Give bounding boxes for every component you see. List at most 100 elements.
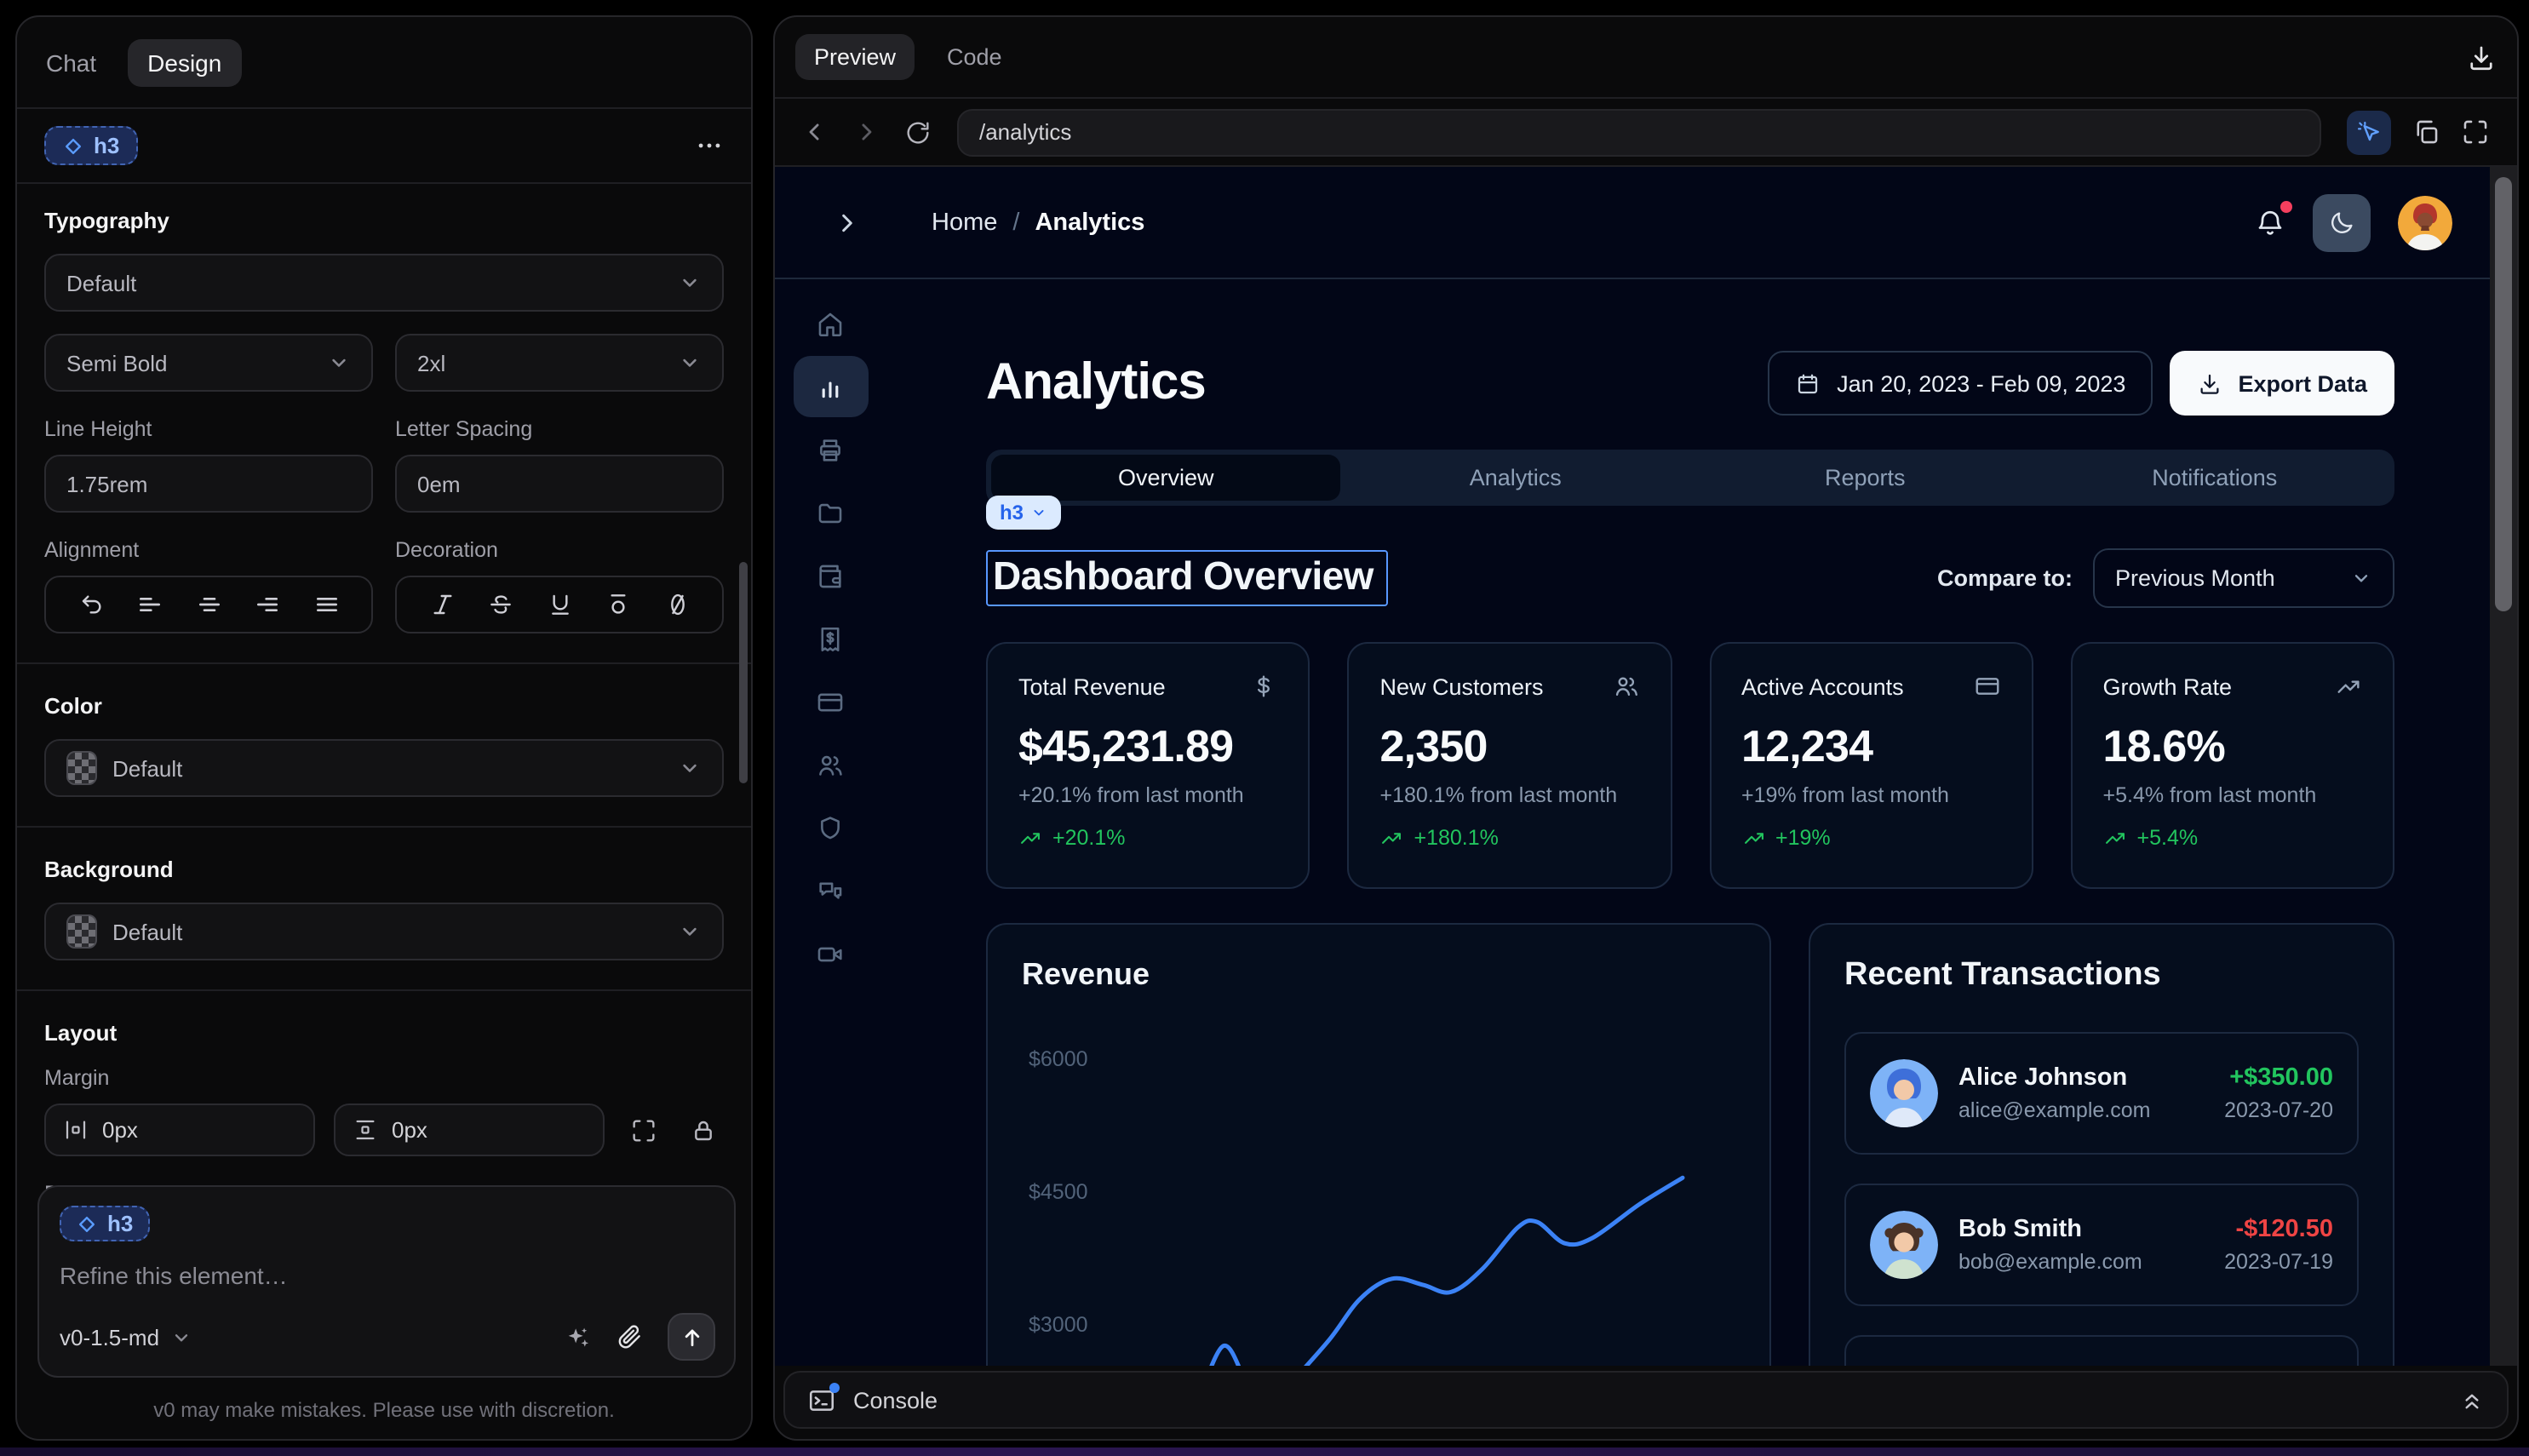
font-weight-select[interactable]: Semi Bold xyxy=(44,334,373,392)
refine-input[interactable]: Refine this element… xyxy=(60,1261,714,1288)
rail-item-wallet[interactable] xyxy=(793,545,868,606)
tab-reports[interactable]: Reports xyxy=(1690,455,2040,501)
disclaimer-text: v0 may make mistakes. Please use with di… xyxy=(17,1398,751,1422)
letter-spacing-input[interactable]: 0em xyxy=(395,455,724,513)
console-expand-button[interactable] xyxy=(2459,1387,2485,1413)
export-data-button[interactable]: Export Data xyxy=(2170,351,2394,416)
preview-toolbar: /analytics xyxy=(775,99,2517,167)
no-decoration-icon[interactable] xyxy=(663,591,691,618)
rail-item-messages[interactable] xyxy=(793,860,868,921)
model-name: v0-1.5-md xyxy=(60,1324,159,1350)
fullscreen-icon[interactable] xyxy=(2461,118,2490,146)
refresh-button[interactable] xyxy=(904,118,932,146)
breadcrumb-home[interactable]: Home xyxy=(932,209,997,236)
tab-code[interactable]: Code xyxy=(928,34,1021,80)
strikethrough-icon[interactable] xyxy=(487,591,514,618)
rail-item-home[interactable] xyxy=(793,293,868,354)
layout-heading: Layout xyxy=(44,1020,724,1046)
tab-chat[interactable]: Chat xyxy=(46,49,96,76)
underline-icon[interactable] xyxy=(546,591,573,618)
inspector-element-chip[interactable]: h3 xyxy=(986,496,1061,530)
rail-item-video[interactable] xyxy=(793,923,868,984)
credit-card-icon xyxy=(816,687,845,716)
messages-icon xyxy=(816,876,845,905)
rail-item-bar-chart[interactable] xyxy=(793,356,868,417)
italic-icon[interactable] xyxy=(428,591,456,618)
rail-item-folder[interactable] xyxy=(793,482,868,543)
rail-item-receipt[interactable] xyxy=(793,608,868,669)
panel-scrollbar[interactable] xyxy=(739,562,748,783)
copy-icon[interactable] xyxy=(2411,118,2440,146)
download-icon xyxy=(2197,370,2222,396)
stat-card-active-accounts[interactable]: Active Accounts 12,234 +19% from last mo… xyxy=(1709,642,2033,889)
align-right-icon[interactable] xyxy=(254,591,281,618)
sparkles-icon[interactable] xyxy=(564,1322,593,1351)
tab-overview[interactable]: Overview xyxy=(991,455,1341,501)
stat-change: +5.4% from last month xyxy=(2103,783,2363,807)
font-size-select[interactable]: 2xl xyxy=(395,334,724,392)
credit-card-icon xyxy=(1974,673,2001,700)
margin-x-input[interactable]: 0px xyxy=(44,1103,315,1156)
align-left-icon[interactable] xyxy=(136,591,163,618)
overline-icon[interactable] xyxy=(605,591,632,618)
date-range-button[interactable]: Jan 20, 2023 - Feb 09, 2023 xyxy=(1767,351,2153,416)
send-button[interactable] xyxy=(668,1313,715,1361)
tab-analytics[interactable]: Analytics xyxy=(1341,455,1691,501)
alignment-group xyxy=(44,576,373,633)
notifications-button[interactable] xyxy=(2255,207,2285,238)
tab-design[interactable]: Design xyxy=(127,38,242,86)
tab-notifications[interactable]: Notifications xyxy=(2040,455,2390,501)
stat-value: $45,231.89 xyxy=(1018,720,1278,773)
tab-preview[interactable]: Preview xyxy=(795,34,915,80)
transaction-email: alice@example.com xyxy=(1958,1098,2150,1122)
rail-item-shield[interactable] xyxy=(793,797,868,858)
selection-outline[interactable]: Dashboard Overview xyxy=(986,550,1389,606)
theme-toggle-button[interactable] xyxy=(2313,193,2371,251)
revenue-line-chart xyxy=(988,986,1771,1366)
forward-button[interactable] xyxy=(853,119,879,145)
margin-expand-button[interactable] xyxy=(623,1109,664,1150)
console-label: Console xyxy=(853,1387,938,1413)
download-button[interactable] xyxy=(2466,42,2497,72)
transaction-row[interactable]: Alice Johnson alice@example.com +$350.00… xyxy=(1844,1032,2359,1155)
align-justify-icon[interactable] xyxy=(313,591,340,618)
model-selector[interactable]: v0-1.5-md xyxy=(60,1324,192,1350)
chevron-down-icon xyxy=(678,920,702,943)
preview-scrollbar-thumb[interactable] xyxy=(2495,177,2512,611)
element-menu-button[interactable] xyxy=(695,131,724,160)
line-height-input[interactable]: 1.75rem xyxy=(44,455,373,513)
compare-select[interactable]: Previous Month xyxy=(2093,548,2394,608)
stat-card-growth-rate[interactable]: Growth Rate 18.6% +5.4% from last month … xyxy=(2071,642,2395,889)
transaction-email: bob@example.com xyxy=(1958,1250,2142,1274)
align-center-icon[interactable] xyxy=(195,591,222,618)
stat-card-new-customers[interactable]: New Customers 2,350 +180.1% from last mo… xyxy=(1348,642,1672,889)
rail-item-users[interactable] xyxy=(793,734,868,795)
selected-element-chip[interactable]: h3 xyxy=(44,126,138,165)
margin-lock-button[interactable] xyxy=(683,1109,724,1150)
avatar-image xyxy=(2398,195,2452,249)
transaction-row[interactable]: Bob Smith bob@example.com -$120.50 2023-… xyxy=(1844,1184,2359,1306)
stat-card-total-revenue[interactable]: Total Revenue $45,231.89 +20.1% from las… xyxy=(986,642,1310,889)
inspect-button[interactable] xyxy=(2347,110,2391,154)
user-avatar[interactable] xyxy=(2398,195,2452,249)
console-bar[interactable]: Console xyxy=(783,1371,2509,1429)
rail-item-printer[interactable] xyxy=(793,419,868,480)
sidebar-toggle-icon[interactable] xyxy=(833,209,860,236)
background-select[interactable]: Default xyxy=(44,903,724,960)
rail-item-credit-card[interactable] xyxy=(793,671,868,732)
stat-cards: Total Revenue $45,231.89 +20.1% from las… xyxy=(986,642,2394,889)
color-swatch xyxy=(66,751,97,785)
back-button[interactable] xyxy=(802,119,828,145)
preview-scrollbar-track[interactable] xyxy=(2490,167,2517,1366)
composer-element-chip[interactable]: h3 xyxy=(60,1206,150,1241)
stat-trend: +19% xyxy=(1775,826,1831,850)
font-family-select[interactable]: Default xyxy=(44,254,724,312)
lock-icon xyxy=(690,1116,717,1144)
undo-icon[interactable] xyxy=(77,591,105,618)
app-main: Analytics Jan 20, 2023 - Feb 09, 2023 Ex… xyxy=(886,279,2490,1366)
margin-y-input[interactable]: 0px xyxy=(334,1103,605,1156)
url-input[interactable]: /analytics xyxy=(957,108,2321,156)
paperclip-icon[interactable] xyxy=(616,1323,644,1350)
download-icon xyxy=(2466,42,2497,72)
color-select[interactable]: Default xyxy=(44,739,724,797)
